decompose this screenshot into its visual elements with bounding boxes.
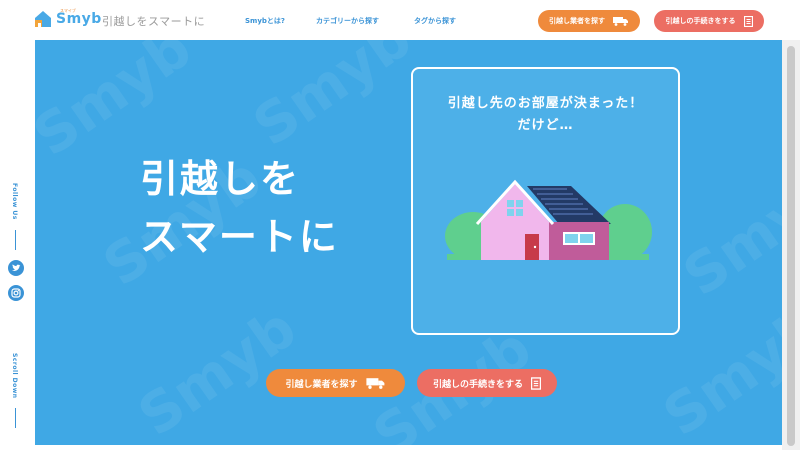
hero-title-line1: 引越しを [140,157,301,201]
scrollbar-thumb[interactable] [787,46,795,446]
nav-tag[interactable]: タグから探す [414,16,456,26]
hero-procedure-button[interactable]: 引越しの手続きをする [417,369,557,397]
document-icon [531,376,541,390]
hero-find-mover-label: 引越し業者を探す [285,379,358,390]
site-header: Smyb スマイブ 引越しをスマートに Smybとは? カテゴリーから探す タグ… [0,0,800,40]
truck-icon [613,17,628,26]
follow-divider [15,230,16,250]
house-illustration [445,179,652,260]
header-find-mover-button[interactable]: 引越し業者を探す [538,10,640,32]
card-line2: だけど… [517,118,574,133]
watermark: Smyb [672,155,782,310]
hero-title-line2: スマートに [140,215,339,259]
house-logo-icon [35,11,51,27]
card-message: 引越し先のお部屋が決まった！ だけど… [413,93,678,137]
nav-about[interactable]: Smybとは? [245,16,285,26]
nav-category[interactable]: カテゴリーから探す [316,16,379,26]
header-find-mover-label: 引越し業者を探す [549,17,605,25]
hero-find-mover-button[interactable]: 引越し業者を探す [266,369,405,397]
hero-title: 引越しを スマートに [140,150,339,266]
hero-section: Smyb Smyb Smyb Smyb Smyb Smyb Smyb 引越しを … [35,40,782,445]
message-card: 引越し先のお部屋が決まった！ だけど… [411,67,680,335]
instagram-icon[interactable] [8,285,24,301]
header-procedure-button[interactable]: 引越しの手続きをする [654,10,764,32]
site-logo[interactable]: Smyb スマイブ [32,8,102,30]
watermark: Smyb [242,40,424,160]
hero-procedure-label: 引越しの手続きをする [432,379,523,390]
card-line1: 引越し先のお部屋が決まった！ [447,96,644,111]
header-procedure-label: 引越しの手続きをする [665,17,736,25]
follow-us-label: Follow Us [11,183,18,220]
logo-subtext: スマイブ [60,8,76,13]
scroll-divider [15,408,16,428]
site-tagline: 引越しをスマートに [102,15,206,28]
document-icon [743,15,753,27]
social-sidebar: Follow Us Scroll Down [0,40,32,450]
twitter-icon[interactable] [8,260,24,276]
page-scrollbar[interactable] [782,40,800,450]
scroll-down-label: Scroll Down [11,353,18,399]
truck-icon [365,378,384,389]
